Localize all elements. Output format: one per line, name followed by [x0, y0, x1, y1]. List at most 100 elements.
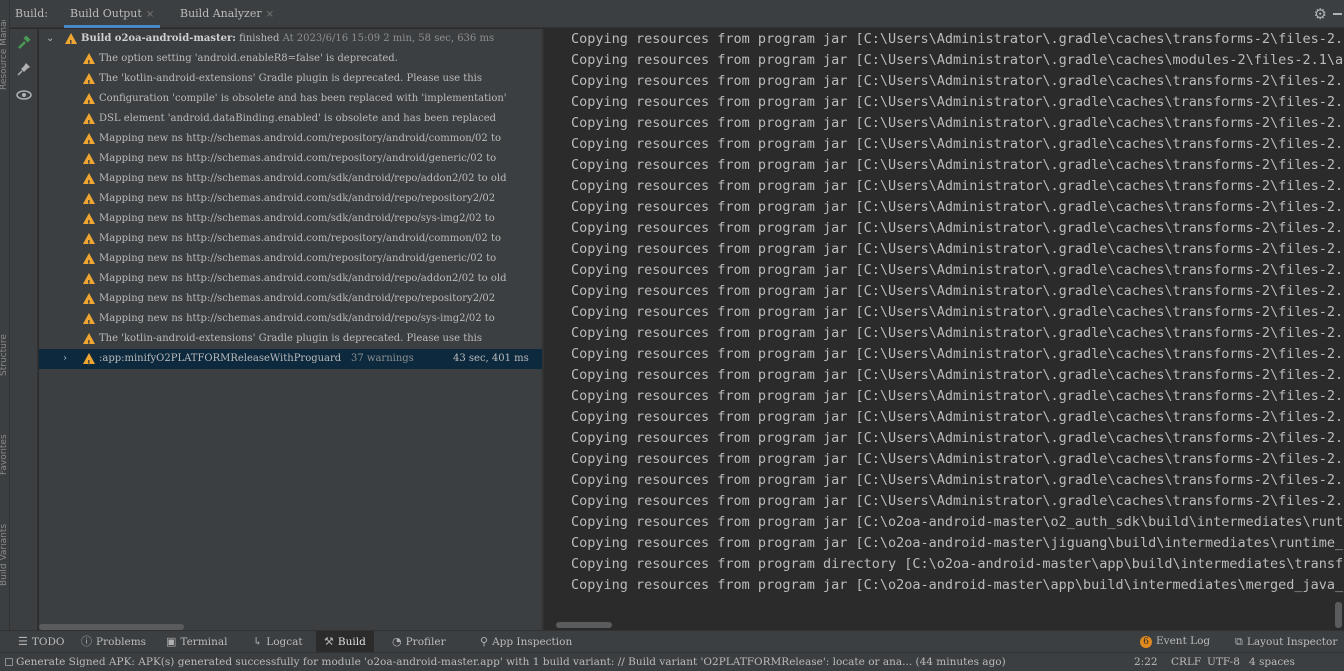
warning-icon: [83, 293, 95, 314]
console-line: Copying resources from program jar [C:\U…: [571, 157, 1344, 173]
console-line: Copying resources from program jar [C:\U…: [571, 52, 1344, 68]
console-line: Copying resources from program jar [C:\o…: [571, 577, 1344, 593]
tab-build-analyzer[interactable]: Build Analyzer ×: [174, 0, 280, 28]
console-line: Copying resources from program jar [C:\U…: [571, 388, 1344, 404]
tab-label: Event Log: [1156, 635, 1211, 647]
tree-warning-item[interactable]: Mapping new ns http://schemas.android.co…: [39, 309, 542, 334]
cursor-position[interactable]: 2:22: [1134, 653, 1158, 671]
pin-icon[interactable]: [16, 61, 32, 77]
console-line: Copying resources from program jar [C:\U…: [571, 115, 1344, 131]
console-line: Copying resources from program jar [C:\U…: [571, 409, 1344, 425]
tab-todo[interactable]: ☰ TODO: [18, 631, 65, 652]
console-line: Copying resources from program jar [C:\U…: [571, 178, 1344, 194]
tab-terminal[interactable]: ▣ Terminal: [166, 631, 228, 652]
warning-icon: [83, 253, 95, 274]
tree-root[interactable]: ⌄ Build o2oa-android-master: finished At…: [39, 29, 542, 54]
warning-icon: [83, 53, 95, 74]
warning-text: The 'kotlin-android-extensions' Gradle p…: [99, 333, 483, 344]
warning-text: The 'kotlin-android-extensions' Gradle p…: [99, 73, 483, 84]
chevron-down-icon[interactable]: ⌄: [46, 29, 54, 49]
tree-warning-item[interactable]: Mapping new ns http://schemas.android.co…: [39, 189, 542, 214]
tree-warning-item[interactable]: Mapping new ns http://schemas.android.co…: [39, 289, 542, 314]
tree-warning-item[interactable]: DSL element 'android.dataBinding.enabled…: [39, 109, 542, 134]
tree-warning-item[interactable]: The 'kotlin-android-extensions' Gradle p…: [39, 69, 542, 94]
tab-label: Logcat: [266, 636, 303, 648]
hammer-icon[interactable]: [16, 35, 32, 51]
tree-warning-item[interactable]: Mapping new ns http://schemas.android.co…: [39, 129, 542, 154]
task-warnings: 37 warnings: [351, 353, 414, 364]
console-line: Copying resources from program jar [C:\U…: [571, 241, 1344, 257]
file-encoding[interactable]: UTF-8: [1207, 653, 1240, 671]
build-console[interactable]: Copying resources from program jar [C:\U…: [544, 29, 1344, 630]
close-icon[interactable]: ×: [146, 9, 154, 20]
console-line: Copying resources from program jar [C:\o…: [571, 535, 1344, 551]
tab-build-output[interactable]: Build Output ×: [64, 0, 161, 28]
warning-text: Mapping new ns http://schemas.android.co…: [99, 253, 497, 264]
warning-text: Mapping new ns http://schemas.android.co…: [99, 233, 501, 244]
console-line: Copying resources from program jar [C:\U…: [571, 346, 1344, 362]
tab-label: Build Output: [70, 7, 142, 20]
console-line: Copying resources from program directory…: [571, 556, 1344, 572]
tab-build[interactable]: ⚒ Build: [316, 631, 374, 652]
tab-problems[interactable]: ⓘ Problems: [81, 631, 146, 652]
tree-warning-item[interactable]: Mapping new ns http://schemas.android.co…: [39, 229, 542, 254]
chevron-right-icon[interactable]: ›: [63, 349, 67, 369]
warning-icon: [83, 173, 95, 194]
vertical-scrollbar[interactable]: [1335, 602, 1342, 628]
tab-event-log[interactable]: 6 Event Log: [1140, 631, 1210, 652]
console-line: Copying resources from program jar [C:\U…: [571, 325, 1344, 341]
tree-warning-item[interactable]: The 'kotlin-android-extensions' Gradle p…: [39, 329, 542, 354]
warning-icon: [83, 93, 95, 114]
warning-text: Mapping new ns http://schemas.android.co…: [99, 133, 501, 144]
left-tool-stripe: Resource Manager Structure Favorites Bui…: [0, 0, 10, 630]
console-line: Copying resources from program jar [C:\U…: [571, 94, 1344, 110]
tree-warning-item[interactable]: Mapping new ns http://schemas.android.co…: [39, 149, 542, 174]
event-log-icon: 6: [1140, 636, 1152, 648]
tab-app-inspection[interactable]: ⚲ App Inspection: [480, 631, 572, 652]
console-line: Copying resources from program jar [C:\U…: [571, 220, 1344, 236]
tree-task-item[interactable]: › :app:minifyO2PLATFORMReleaseWithProgua…: [39, 349, 542, 374]
horizontal-scrollbar[interactable]: [556, 622, 612, 628]
warning-icon: [83, 233, 95, 254]
line-separator[interactable]: CRLF: [1171, 653, 1201, 671]
status-bar: Generate Signed APK: APK(s) generated su…: [0, 652, 1344, 671]
tab-label: App Inspection: [492, 636, 573, 648]
warning-text: DSL element 'android.dataBinding.enabled…: [99, 113, 497, 124]
tree-warning-item[interactable]: The option setting 'android.enableR8=fal…: [39, 49, 542, 74]
stripe-build-variants[interactable]: Build Variants: [0, 520, 9, 590]
warning-text: Mapping new ns http://schemas.android.co…: [99, 173, 507, 184]
status-message[interactable]: Generate Signed APK: APK(s) generated su…: [16, 653, 1116, 671]
gear-icon[interactable]: ⚙: [1314, 5, 1327, 23]
close-icon[interactable]: ×: [266, 9, 274, 20]
build-label: Build:: [15, 7, 48, 20]
eye-icon[interactable]: [16, 87, 32, 103]
warning-text: The option setting 'android.enableR8=fal…: [99, 53, 398, 64]
warning-text: Mapping new ns http://schemas.android.co…: [99, 213, 495, 224]
stripe-structure[interactable]: Structure: [0, 320, 9, 390]
warning-icon: [83, 213, 95, 234]
warning-icon: [83, 133, 95, 154]
console-line: Copying resources from program jar [C:\U…: [571, 493, 1344, 509]
tab-layout-inspector[interactable]: ⧉ Layout Inspector: [1235, 631, 1337, 652]
console-line: Copying resources from program jar [C:\U…: [571, 472, 1344, 488]
stripe-resource-manager[interactable]: Resource Manager: [0, 20, 9, 90]
console-line: Copying resources from program jar [C:\U…: [571, 262, 1344, 278]
stripe-favorites[interactable]: Favorites: [0, 420, 9, 490]
indent-setting[interactable]: 4 spaces: [1249, 653, 1295, 671]
tab-label: Build Analyzer: [180, 7, 262, 20]
warning-text: Mapping new ns http://schemas.android.co…: [99, 273, 507, 284]
tree-warning-item[interactable]: Mapping new ns http://schemas.android.co…: [39, 269, 542, 294]
minimize-icon[interactable]: [1333, 13, 1342, 15]
layout-inspector-icon: ⧉: [1235, 635, 1243, 648]
tab-label: Build: [337, 636, 366, 648]
tree-warning-item[interactable]: Mapping new ns http://schemas.android.co…: [39, 209, 542, 234]
status-toggle-icon[interactable]: [5, 658, 13, 666]
tab-profiler[interactable]: ◔ Profiler: [392, 631, 446, 652]
hammer-icon: ⚒: [324, 635, 334, 648]
tree-warning-item[interactable]: Mapping new ns http://schemas.android.co…: [39, 249, 542, 274]
tree-warning-item[interactable]: Configuration 'compile' is obsolete and …: [39, 89, 542, 114]
tab-logcat[interactable]: ↳ Logcat: [253, 631, 303, 652]
tree-warning-item[interactable]: Mapping new ns http://schemas.android.co…: [39, 169, 542, 194]
console-line: Copying resources from program jar [C:\U…: [571, 31, 1344, 47]
console-line: Copying resources from program jar [C:\U…: [571, 430, 1344, 446]
